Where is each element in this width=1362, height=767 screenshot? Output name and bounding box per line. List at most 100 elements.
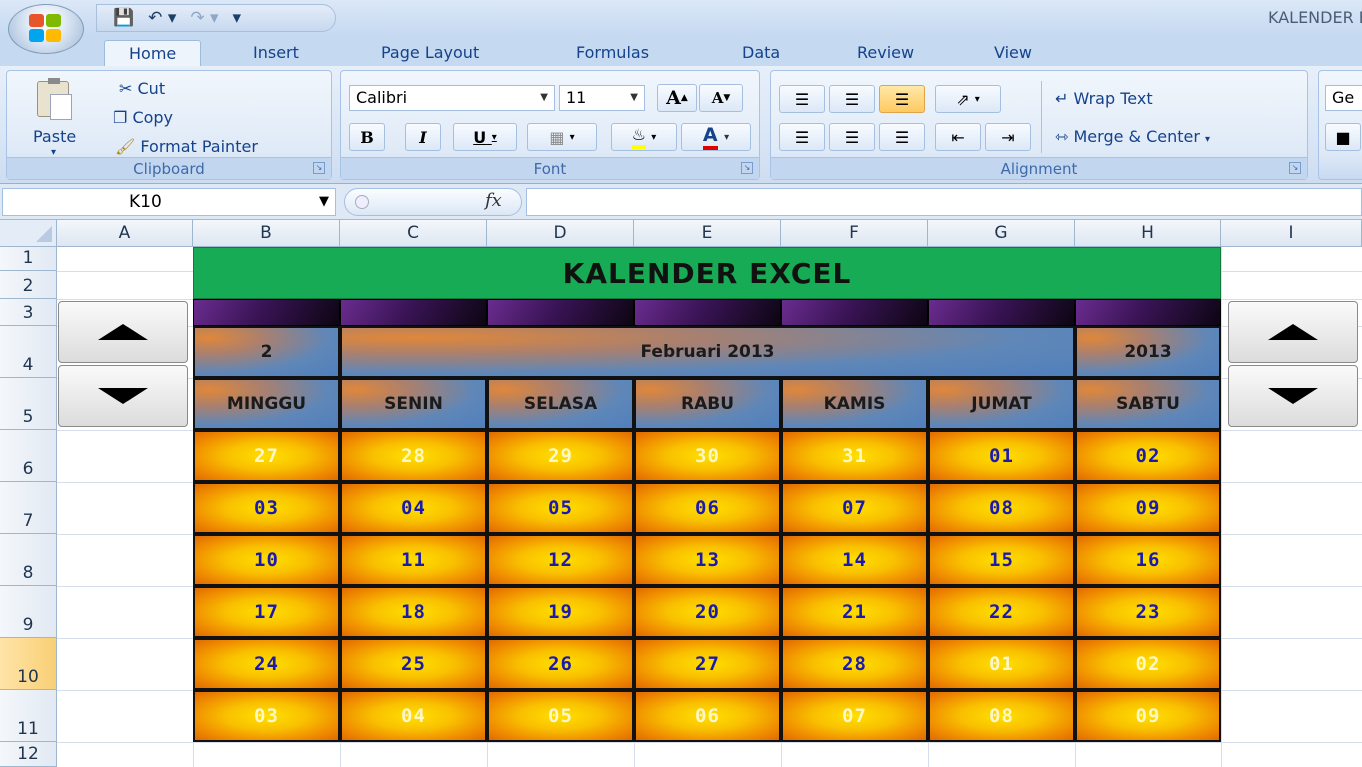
row-header-6[interactable]: 6 [0,430,57,482]
borders-button[interactable]: ▦ ▾ [527,123,597,151]
day-cell[interactable]: 06 [634,690,781,742]
bold-button[interactable]: B [349,123,385,151]
tab-page-layout[interactable]: Page Layout [381,40,479,66]
fill-color-button[interactable]: ♨ ▾ [611,123,677,151]
tab-data[interactable]: Data [742,40,780,66]
currency-button[interactable]: ■ [1325,123,1361,151]
day-cell[interactable]: 23 [1075,586,1221,638]
day-cell[interactable]: 02 [1075,430,1221,482]
bottom-align-button[interactable]: ☰ [879,85,925,113]
row-header-1[interactable]: 1 [0,247,57,271]
row-header-2[interactable]: 2 [0,271,57,299]
month-down-button[interactable] [58,365,188,427]
day-cell[interactable]: 15 [928,534,1075,586]
middle-align-button[interactable]: ☰ [829,85,875,113]
select-all-button[interactable] [0,220,57,247]
redo-icon[interactable]: ↷ ▾ [190,9,218,27]
save-icon[interactable]: 💾 [113,9,134,27]
row-header-10[interactable]: 10 [0,638,57,690]
day-cell[interactable]: 01 [928,638,1075,690]
day-cell[interactable]: 08 [928,482,1075,534]
day-cell[interactable]: 05 [487,482,634,534]
tab-review[interactable]: Review [857,40,914,66]
day-cell[interactable]: 16 [1075,534,1221,586]
column-header-e[interactable]: E [634,220,781,247]
row-header-3[interactable]: 3 [0,299,57,326]
number-format-select[interactable]: Ge [1325,85,1362,111]
wrap-text-button[interactable]: ↵ Wrap Text [1055,89,1153,108]
align-left-button[interactable]: ☰ [779,123,825,151]
column-header-a[interactable]: A [57,220,193,247]
increase-indent-button[interactable]: ⇥ [985,123,1031,151]
day-cell[interactable]: 02 [1075,638,1221,690]
day-cell[interactable]: 12 [487,534,634,586]
italic-button[interactable]: I [405,123,441,151]
day-cell[interactable]: 27 [634,638,781,690]
day-cell[interactable]: 04 [340,482,487,534]
undo-icon[interactable]: ↶ ▾ [148,9,176,27]
year-up-button[interactable] [1228,301,1358,363]
align-right-button[interactable]: ☰ [879,123,925,151]
row-header-5[interactable]: 5 [0,378,57,430]
row-header-4[interactable]: 4 [0,326,57,378]
day-cell[interactable]: 06 [634,482,781,534]
column-header-b[interactable]: B [193,220,340,247]
row-header-7[interactable]: 7 [0,482,57,534]
day-cell[interactable]: 21 [781,586,928,638]
row-header-8[interactable]: 8 [0,534,57,586]
column-header-g[interactable]: G [928,220,1075,247]
day-cell[interactable]: 09 [1075,482,1221,534]
name-box[interactable]: K10 ▼ [2,188,336,216]
day-cell[interactable]: 30 [634,430,781,482]
day-cell[interactable]: 29 [487,430,634,482]
day-cell[interactable]: 26 [487,638,634,690]
day-cell[interactable]: 24 [193,638,340,690]
grow-font-button[interactable]: A ▲ [657,84,697,112]
day-cell[interactable]: 08 [928,690,1075,742]
alignment-launcher-icon[interactable]: ↘ [1289,162,1301,174]
office-button[interactable] [8,4,84,54]
copy-button[interactable]: ❐ Copy [113,108,173,127]
day-cell[interactable]: 03 [193,482,340,534]
cut-button[interactable]: ✂ Cut [119,79,165,98]
day-cell[interactable]: 31 [781,430,928,482]
tab-formulas[interactable]: Formulas [576,40,649,66]
day-cell[interactable]: 09 [1075,690,1221,742]
formula-input[interactable] [526,188,1362,216]
day-cell[interactable]: 01 [928,430,1075,482]
day-cell[interactable]: 05 [487,690,634,742]
row-header-9[interactable]: 9 [0,586,57,638]
clipboard-launcher-icon[interactable]: ↘ [313,162,325,174]
day-cell[interactable]: 28 [340,430,487,482]
shrink-font-button[interactable]: A ▼ [699,84,743,112]
format-painter-button[interactable]: 🖌 Format Painter [115,137,258,156]
day-cell[interactable]: 20 [634,586,781,638]
row-header-12[interactable]: 12 [0,742,57,767]
day-cell[interactable]: 17 [193,586,340,638]
day-cell[interactable]: 18 [340,586,487,638]
year-cell[interactable]: 2013 [1075,326,1221,378]
day-cell[interactable]: 28 [781,638,928,690]
day-cell[interactable]: 07 [781,690,928,742]
month-up-button[interactable] [58,301,188,363]
day-cell[interactable]: 07 [781,482,928,534]
day-cell[interactable]: 11 [340,534,487,586]
insert-function-button[interactable]: fx [485,190,502,211]
year-down-button[interactable] [1228,365,1358,427]
top-align-button[interactable]: ☰ [779,85,825,113]
underline-button[interactable]: U ▾ [453,123,517,151]
day-cell[interactable]: 25 [340,638,487,690]
day-cell[interactable]: 19 [487,586,634,638]
font-color-button[interactable]: A ▾ [681,123,751,151]
month-label-cell[interactable]: Februari 2013 [340,326,1075,378]
customize-qat-icon[interactable]: ▾ [233,9,242,27]
column-header-d[interactable]: D [487,220,634,247]
day-cell[interactable]: 13 [634,534,781,586]
row-header-11[interactable]: 11 [0,690,57,742]
merge-center-button[interactable]: ⇿ Merge & Center ▾ [1055,127,1210,146]
column-header-i[interactable]: I [1221,220,1362,247]
day-cell[interactable]: 04 [340,690,487,742]
column-header-h[interactable]: H [1075,220,1221,247]
column-header-c[interactable]: C [340,220,487,247]
font-launcher-icon[interactable]: ↘ [741,162,753,174]
